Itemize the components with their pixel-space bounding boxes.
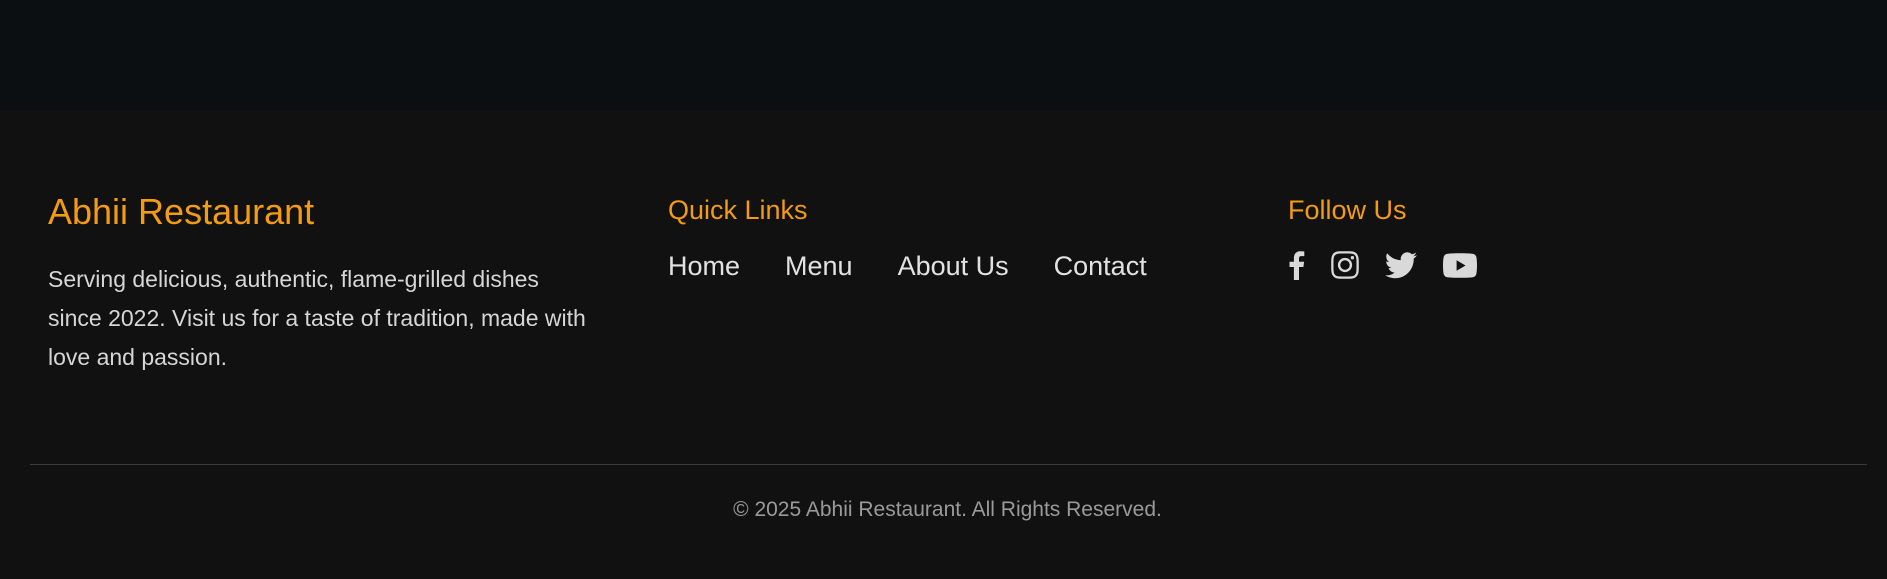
footer-divider bbox=[30, 464, 1867, 465]
follow-us-heading: Follow Us bbox=[1288, 195, 1407, 225]
brand-description: Serving delicious, authentic, flame-gril… bbox=[48, 266, 586, 370]
footer-follow-column: Follow Us bbox=[1288, 195, 1828, 280]
footer-brand-column: Abhii Restaurant Serving delicious, auth… bbox=[48, 191, 588, 377]
instagram-icon[interactable] bbox=[1331, 251, 1359, 279]
brand-title: Abhii Restaurant bbox=[48, 191, 315, 232]
footer-link-menu[interactable]: Menu bbox=[785, 248, 853, 284]
quick-links-heading: Quick Links bbox=[668, 195, 808, 225]
footer-link-home[interactable]: Home bbox=[668, 248, 740, 284]
twitter-icon[interactable] bbox=[1385, 251, 1417, 279]
facebook-icon[interactable] bbox=[1288, 250, 1305, 280]
footer-quick-links-column: Quick Links Home Menu About Us Contact bbox=[668, 195, 1208, 284]
copyright-text: © 2025 Abhii Restaurant. All Rights Rese… bbox=[733, 498, 1162, 521]
footer-link-contact[interactable]: Contact bbox=[1054, 248, 1147, 284]
social-links bbox=[1288, 250, 1828, 280]
quick-links-nav: Home Menu About Us Contact bbox=[668, 248, 1208, 284]
youtube-icon[interactable] bbox=[1443, 252, 1477, 278]
page-top-band bbox=[0, 0, 1887, 110]
footer-link-about-us[interactable]: About Us bbox=[898, 248, 1009, 284]
site-footer: Abhii Restaurant Serving delicious, auth… bbox=[0, 110, 1887, 579]
